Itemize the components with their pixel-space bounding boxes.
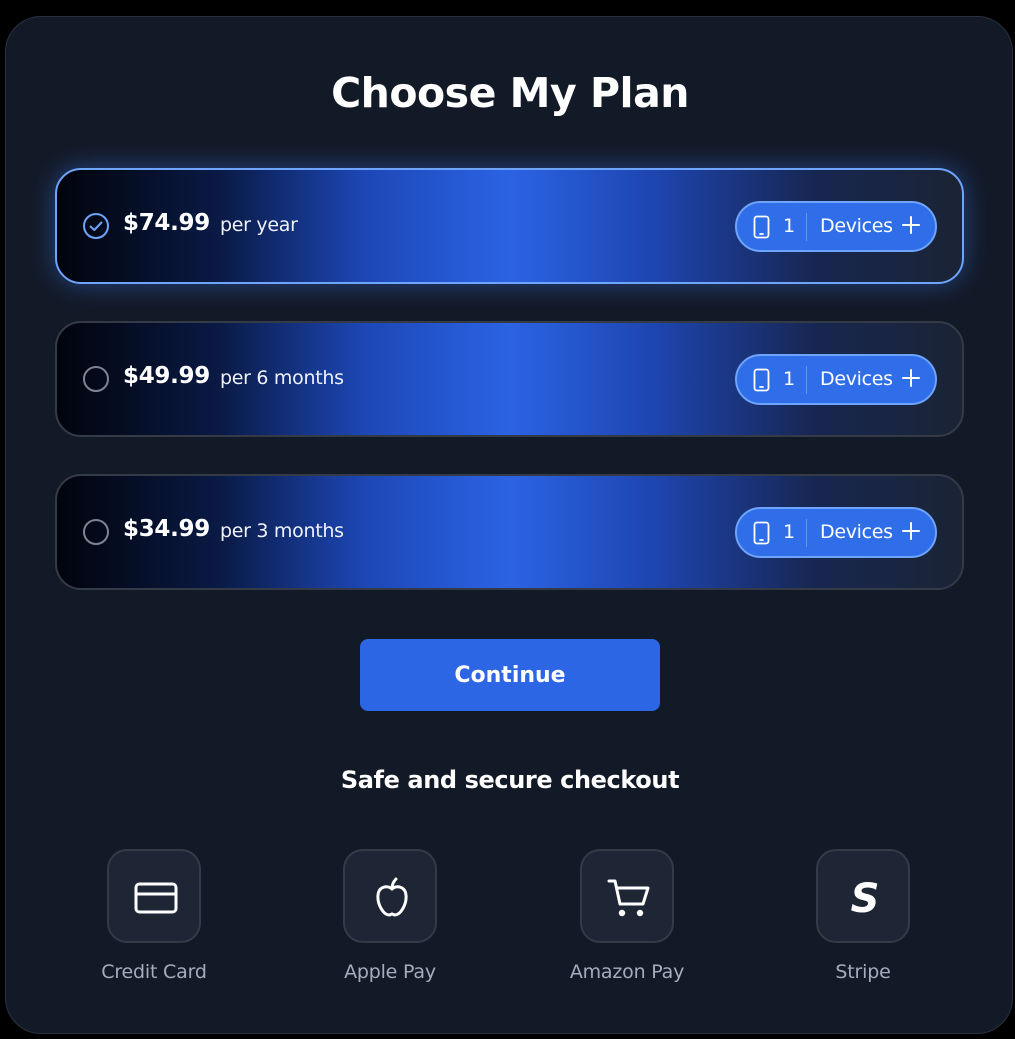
payment-icon-box[interactable]: S [816, 849, 910, 943]
payment-label: Stripe [835, 961, 891, 983]
device-selector[interactable]: 1 Devices [735, 507, 937, 558]
payment-method-apple-pay[interactable]: Apple Pay [290, 849, 490, 989]
device-selector[interactable]: 1 Devices [735, 354, 937, 405]
page-title: Choose My Plan [331, 69, 689, 117]
credit-card-icon [134, 882, 178, 914]
payment-method-credit-card[interactable]: Credit Card [54, 849, 254, 989]
svg-text:S: S [851, 876, 880, 922]
stripe-icon: S [851, 876, 880, 922]
phone-icon [753, 368, 770, 392]
payment-label: Apple Pay [344, 961, 436, 983]
devices-label: Devices [820, 215, 893, 237]
phone-icon [753, 521, 770, 545]
plan-option-yearly[interactable]: $74.99 per year 1 Devices [55, 168, 964, 284]
phone-icon [753, 215, 770, 239]
plan-price: $74.99 [123, 210, 210, 236]
device-selector[interactable]: 1 Devices [735, 201, 937, 252]
check-circle-icon [82, 212, 110, 240]
payment-label: Amazon Pay [569, 961, 685, 983]
payment-icon-box[interactable] [343, 849, 437, 943]
device-count: 1 [783, 521, 796, 543]
pill-divider [806, 366, 807, 394]
payment-label: Credit Card [101, 961, 207, 983]
radio-icon [82, 365, 110, 393]
payment-icon-box[interactable] [107, 849, 201, 943]
plan-period: per 3 months [220, 520, 344, 542]
plan-period: per 6 months [220, 367, 344, 389]
plan-period: per year [220, 214, 298, 236]
devices-label: Devices [820, 368, 893, 390]
plan-price: $49.99 [123, 363, 210, 389]
secure-checkout-heading: Safe and secure checkout [340, 766, 680, 794]
payment-method-stripe[interactable]: S Stripe [763, 849, 963, 989]
plus-icon[interactable] [901, 521, 921, 541]
pill-divider [806, 519, 807, 547]
device-count: 1 [783, 215, 796, 237]
pill-divider [806, 213, 807, 241]
plus-icon[interactable] [901, 368, 921, 388]
device-count: 1 [783, 368, 796, 390]
devices-label: Devices [820, 521, 893, 543]
radio-icon [82, 518, 110, 546]
plan-card: Choose My Plan $74.99 per year 1 Devices [5, 16, 1013, 1034]
plan-option-6-months[interactable]: $49.99 per 6 months 1 Devices [55, 321, 964, 437]
continue-button[interactable]: Continue [360, 639, 660, 711]
payment-icon-box[interactable] [580, 849, 674, 943]
plan-price: $34.99 [123, 516, 210, 542]
cart-icon [607, 879, 650, 917]
plan-option-3-months[interactable]: $34.99 per 3 months 1 Devices [55, 474, 964, 590]
plus-icon[interactable] [901, 215, 921, 235]
payment-method-amazon-pay[interactable]: Amazon Pay [527, 849, 727, 989]
apple-icon [376, 877, 408, 917]
